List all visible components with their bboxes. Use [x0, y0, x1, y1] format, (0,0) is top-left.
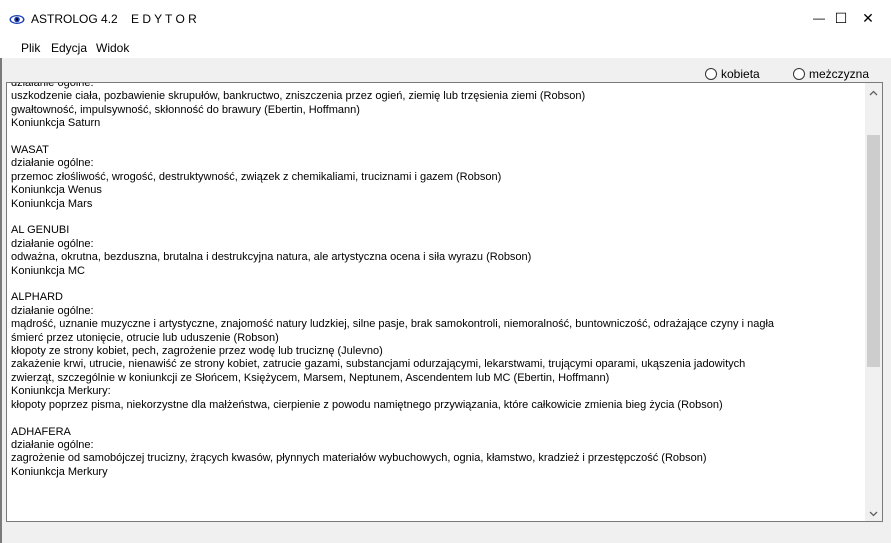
- close-button[interactable]: ✕: [845, 0, 891, 36]
- text-line: Koniunkcja Mars: [11, 197, 93, 210]
- text-line: działanie ogólne:: [11, 157, 94, 170]
- text-line: śmierć przez utonięcie, otrucie lub udus…: [11, 331, 279, 344]
- title-bar: ASTROLOG 4.2 E D Y T O R — ☐ ✕: [0, 0, 891, 36]
- text-line: kłopoty ze strony kobiet, pech, zagrożen…: [11, 345, 383, 358]
- scroll-down-button[interactable]: [865, 504, 882, 521]
- menu-bar: Plik Edycja Widok: [0, 36, 891, 58]
- scroll-thumb[interactable]: [867, 135, 880, 367]
- text-line: odważna, okrutna, bezduszna, brutalna i …: [11, 251, 532, 264]
- radio-mezczyzna-label: meżczyzna: [809, 67, 870, 81]
- text-line: przemoc złośliwość, wrogość, destruktywn…: [11, 170, 502, 183]
- menu-widok[interactable]: Widok: [96, 41, 129, 55]
- text-line: ALPHARD: [11, 291, 63, 304]
- text-line: gwałtowność, impulsywność, skłonność do …: [11, 103, 360, 116]
- text-line: ADHAFERA: [11, 425, 71, 438]
- text-line: działanie ogólne:: [11, 304, 94, 317]
- text-line: mądrość, uznanie muzyczne i artystyczne,…: [11, 318, 775, 331]
- text-line: kłopoty poprzez pisma, niekorzystne dla …: [11, 398, 723, 411]
- scroll-up-button[interactable]: [865, 83, 882, 100]
- close-icon: ✕: [862, 9, 874, 26]
- text-line: Koniunkcja Wenus: [11, 184, 102, 197]
- radio-circle-icon: [793, 68, 805, 80]
- text-line: AL GENUBI: [11, 224, 70, 237]
- radio-mezczyzna[interactable]: meżczyzna: [793, 67, 869, 81]
- left-border: [0, 58, 2, 543]
- eye-icon: [9, 12, 25, 24]
- text-line: [11, 211, 862, 224]
- text-line: uszkodzenie ciała, pozbawienie skrupułów…: [11, 90, 586, 103]
- text-line: działanie ogólne:: [11, 237, 94, 250]
- text-line: [11, 412, 862, 425]
- editor-text: działanie ogólne: uszkodzenie ciała, pozb…: [11, 82, 862, 479]
- text-line: Koniunkcja Merkury:: [11, 385, 111, 398]
- text-line: WASAT: [11, 144, 49, 157]
- text-line: [11, 131, 862, 144]
- text-line: Koniunkcja MC: [11, 264, 85, 277]
- menu-edycja[interactable]: Edycja: [51, 41, 87, 55]
- text-line: działanie ogólne:: [11, 438, 94, 451]
- text-line: działanie ogólne:: [11, 82, 94, 89]
- radio-kobieta[interactable]: kobieta: [705, 67, 760, 81]
- editor-textarea[interactable]: działanie ogólne: uszkodzenie ciała, pozb…: [6, 82, 883, 522]
- menu-plik[interactable]: Plik: [21, 41, 40, 55]
- radio-kobieta-label: kobieta: [721, 67, 760, 81]
- text-line: Koniunkcja Merkury: [11, 465, 108, 478]
- chevron-down-icon: [869, 504, 878, 522]
- text-line: zwierząt, szczególnie w koniunkcji ze Sł…: [11, 371, 610, 384]
- window-title: ASTROLOG 4.2 E D Y T O R: [31, 12, 197, 26]
- radio-circle-icon: [705, 68, 717, 80]
- vertical-scrollbar[interactable]: [865, 83, 882, 521]
- text-line: zagrożenie od samobójczej trucizny, żrąc…: [11, 452, 707, 465]
- text-line: zakażenie krwi, utrucie, nienawiść ze st…: [11, 358, 746, 371]
- text-line: Koniunkcja Saturn: [11, 117, 101, 130]
- text-line: [11, 278, 862, 291]
- chevron-up-icon: [869, 83, 878, 101]
